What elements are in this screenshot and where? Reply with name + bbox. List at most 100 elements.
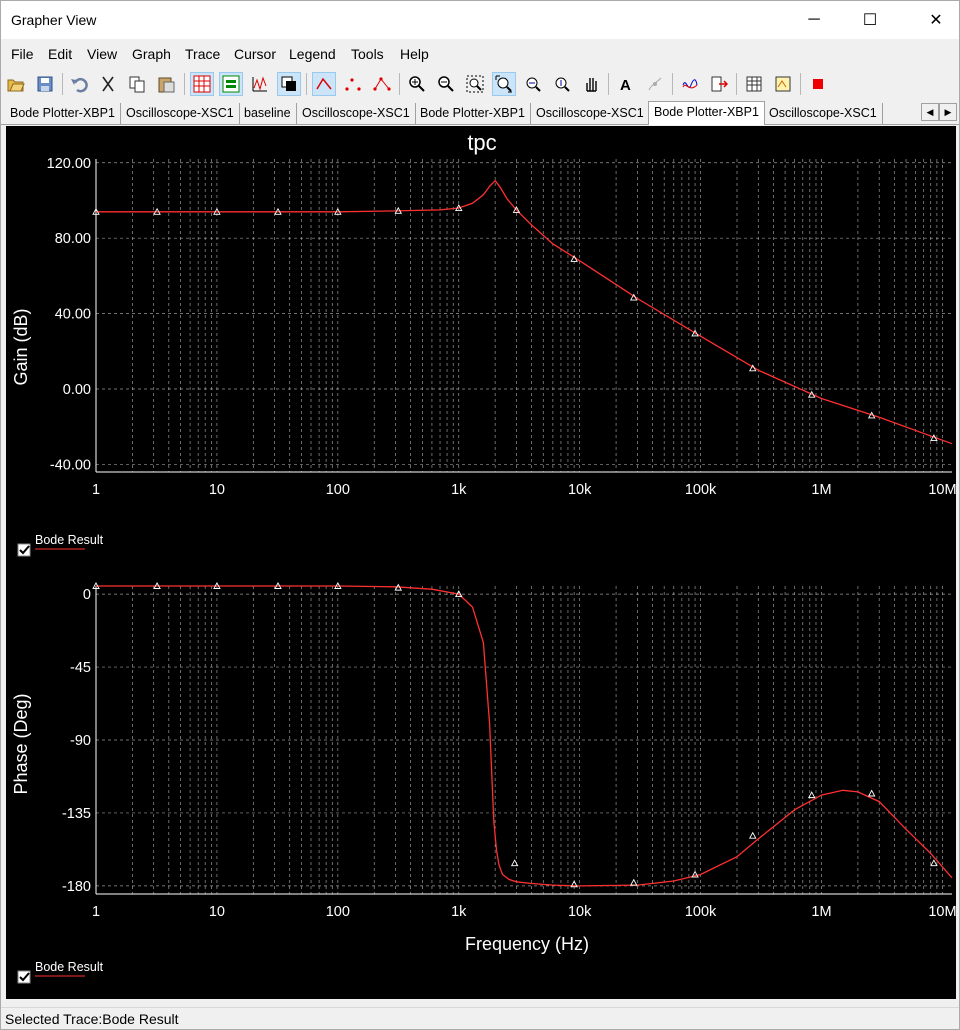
save-icon[interactable] — [33, 72, 57, 96]
phase-chart: 0 -45 -90 -135 -1801 10 100 1k 10k 100k 1M 10M — [62, 582, 957, 920]
x-tick-label: 10k — [568, 904, 592, 920]
minimize-button[interactable]: ─ — [791, 1, 837, 39]
toolbar-separator — [736, 73, 737, 95]
trace-point — [629, 878, 638, 886]
y-tick-label: -180 — [62, 879, 91, 895]
copy-icon[interactable] — [125, 72, 149, 96]
x-tick-label: 100 — [326, 904, 350, 920]
x-tick-label: 1M — [811, 482, 831, 498]
menu-tools[interactable]: Tools — [351, 46, 384, 62]
menu-cursor[interactable]: Cursor — [234, 46, 276, 62]
x-tick-label: 10k — [568, 482, 592, 498]
tab-bode-plotter-xbp1[interactable]: Bode Plotter-XBP1 — [415, 103, 531, 125]
x-tick-label: 1k — [451, 904, 467, 920]
tab-scroll-left-icon[interactable]: ◀ — [921, 103, 939, 121]
svg-text:A: A — [620, 77, 631, 93]
open-icon[interactable] — [4, 72, 28, 96]
status-bar: Selected Trace:Bode Result — [1, 1007, 959, 1030]
zoom-full-icon[interactable] — [492, 72, 516, 96]
title-bar: Grapher View ─ ☐ ✕ — [1, 1, 959, 39]
trace-line — [96, 585, 953, 887]
menu-edit[interactable]: Edit — [48, 46, 72, 62]
tab-bode-plotter-xbp1[interactable]: Bode Plotter-XBP1 — [5, 103, 121, 125]
bode-plot-svg: tpc 120.0080.0040.000.00-40.001 10 100 1k 10… — [11, 130, 957, 984]
legend-phase[interactable]: Bode Result — [17, 960, 104, 984]
reverse-colors-icon[interactable] — [277, 72, 301, 96]
y-tick-label: 40.00 — [55, 307, 91, 323]
text-icon[interactable]: A — [614, 72, 638, 96]
legend-label: Bode Result — [35, 960, 104, 974]
tab-scroll-right-icon[interactable]: ▶ — [939, 103, 957, 121]
x-tick-label: 100k — [685, 904, 717, 920]
chart-title: tpc — [467, 130, 496, 155]
trace-line — [96, 179, 953, 445]
pan-icon[interactable] — [579, 72, 603, 96]
window-title: Grapher View — [11, 12, 97, 28]
cut-icon[interactable] — [96, 72, 120, 96]
export-excel-icon[interactable] — [742, 72, 766, 96]
legend-icon[interactable] — [219, 72, 243, 96]
x-tick-label: 10 — [209, 482, 225, 498]
y-tick-label: -40.00 — [50, 457, 91, 473]
overlay-traces-icon[interactable] — [248, 72, 272, 96]
export-lab-icon[interactable] — [771, 72, 795, 96]
x-tick-label: 1 — [92, 482, 100, 498]
x-tick-label: 100 — [326, 482, 350, 498]
x-tick-label: 1M — [811, 904, 831, 920]
zoom-area-icon[interactable] — [463, 72, 487, 96]
legend-gain[interactable]: Bode Result — [17, 533, 104, 557]
grid-icon[interactable] — [190, 72, 214, 96]
menu-help[interactable]: Help — [400, 46, 429, 62]
menu-graph[interactable]: Graph — [132, 46, 171, 62]
toolbar-separator — [672, 73, 673, 95]
stop-icon[interactable] — [806, 72, 830, 96]
plot-area[interactable]: tpc 120.00 80.00 40.00 0.00 -40.00 1 10 100 1k 10… — [6, 126, 957, 999]
menu-view[interactable]: View — [87, 46, 117, 62]
cursor-annotation-icon[interactable] — [643, 72, 667, 96]
gain-axis-label: Gain (dB) — [11, 308, 31, 385]
x-tick-label: 100k — [685, 482, 717, 498]
export-icon[interactable] — [707, 72, 731, 96]
y-tick-label: -45 — [70, 660, 91, 676]
toolbar: A — [1, 69, 959, 99]
tab-oscilloscope-xsc1[interactable]: Oscilloscope-XSC1 — [764, 103, 883, 125]
x-tick-label: 1 — [92, 904, 100, 920]
legend-label: Bode Result — [35, 533, 104, 547]
x-axis-label: Frequency (Hz) — [465, 934, 589, 954]
tab-bode-plotter-xbp1-selected[interactable]: Bode Plotter-XBP1 — [648, 101, 765, 125]
paste-icon[interactable] — [154, 72, 178, 96]
x-tick-label: 1k — [451, 482, 467, 498]
trace-point — [930, 859, 938, 867]
show-lines-and-points-icon[interactable] — [370, 72, 394, 96]
menu-bar: File Edit View Graph Trace Cursor Legend… — [1, 41, 959, 67]
toolbar-separator — [306, 73, 307, 95]
phase-axis-label: Phase (Deg) — [11, 693, 31, 794]
y-tick-label: -90 — [70, 733, 91, 749]
tab-oscilloscope-xsc1[interactable]: Oscilloscope-XSC1 — [297, 103, 416, 125]
toolbar-separator — [184, 73, 185, 95]
menu-trace[interactable]: Trace — [185, 46, 220, 62]
close-button[interactable]: ✕ — [913, 1, 959, 39]
bode-icon[interactable] — [678, 72, 702, 96]
maximize-button[interactable]: ☐ — [847, 1, 893, 39]
zoom-y-icon[interactable] — [550, 72, 574, 96]
zoom-x-icon[interactable] — [521, 72, 545, 96]
grapher-window: Grapher View ─ ☐ ✕ File Edit View Graph … — [0, 0, 960, 1030]
menu-legend[interactable]: Legend — [289, 46, 336, 62]
menu-file[interactable]: File — [11, 46, 34, 62]
x-tick-label: 10M — [928, 482, 956, 498]
toolbar-separator — [800, 73, 801, 95]
show-lines-icon[interactable] — [312, 72, 336, 96]
tab-baseline[interactable]: baseline — [239, 103, 297, 125]
x-tick-label: 10 — [209, 904, 225, 920]
toolbar-separator — [608, 73, 609, 95]
undo-icon[interactable] — [67, 72, 91, 96]
y-tick-label: 120.00 — [47, 156, 91, 172]
tab-oscilloscope-xsc1[interactable]: Oscilloscope-XSC1 — [531, 103, 650, 125]
y-tick-label: -135 — [62, 806, 91, 822]
tab-oscilloscope-xsc1[interactable]: Oscilloscope-XSC1 — [121, 103, 240, 125]
trace-point — [748, 831, 757, 839]
zoom-out-icon[interactable] — [434, 72, 458, 96]
zoom-in-icon[interactable] — [405, 72, 429, 96]
show-points-icon[interactable] — [341, 72, 365, 96]
